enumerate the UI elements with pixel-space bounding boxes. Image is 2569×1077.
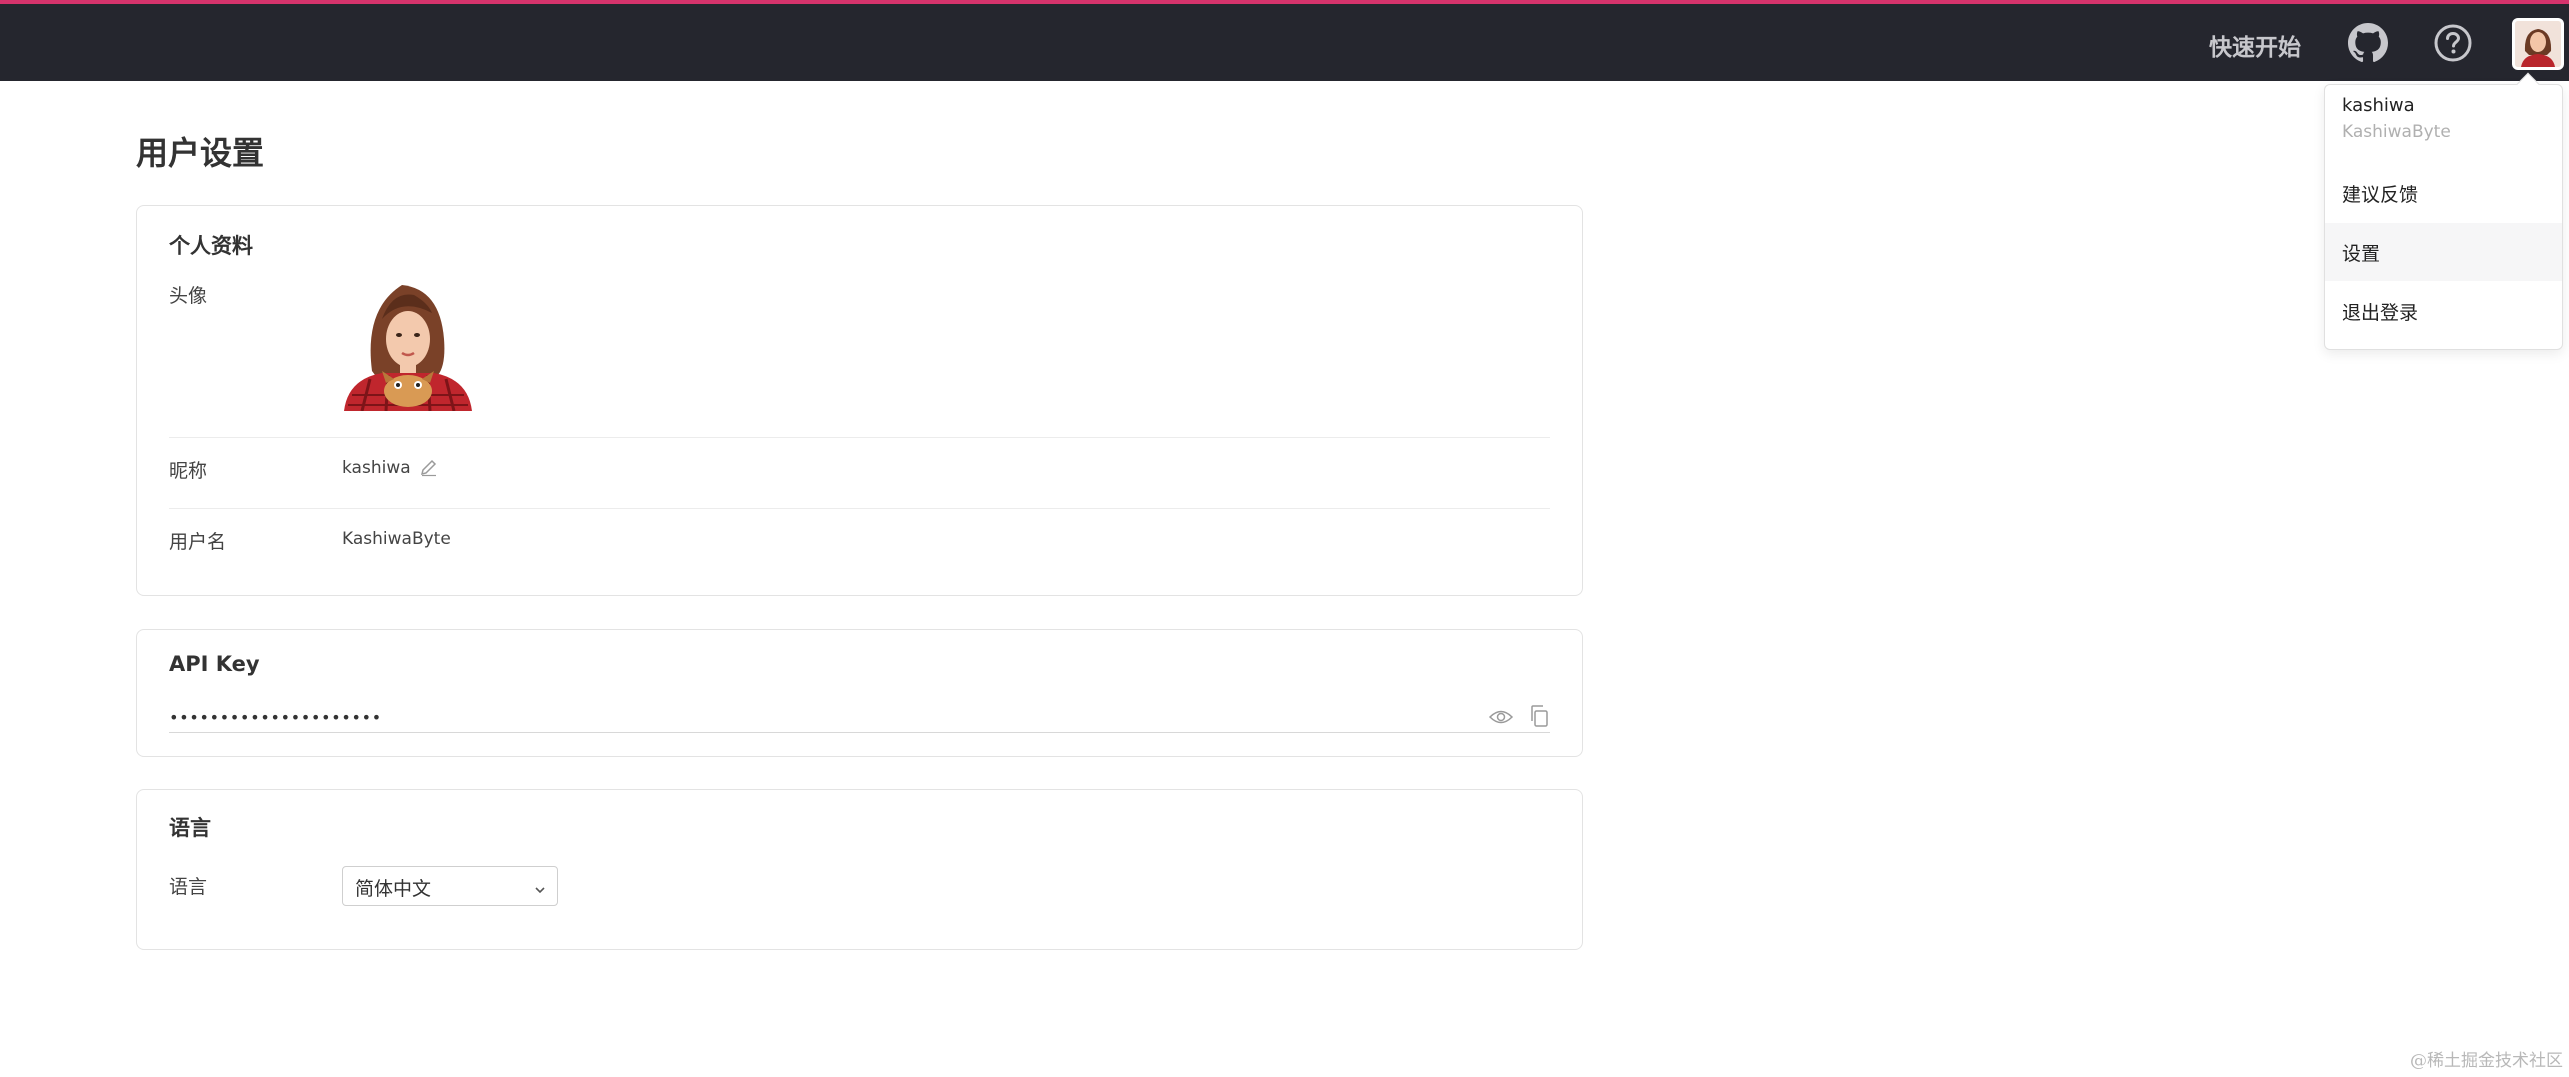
menu-item-feedback[interactable]: 建议反馈	[2325, 164, 2562, 222]
api-key-underline	[169, 732, 1550, 733]
profile-section-title: 个人资料	[169, 234, 253, 258]
top-navigation-bar: 快速开始	[0, 0, 2569, 81]
api-key-section-title: API Key	[169, 652, 260, 676]
nickname-label: 昵称	[169, 460, 208, 482]
username-label: 用户名	[169, 531, 227, 553]
menu-user-handle: KashiwaByte	[2342, 122, 2451, 142]
help-icon[interactable]	[2431, 21, 2475, 65]
menu-user-display-name: kashiwa	[2342, 95, 2415, 116]
profile-avatar-image[interactable]	[342, 279, 474, 412]
language-card: 语言 语言 简体中文	[136, 789, 1583, 950]
nickname-value: kashiwa	[342, 458, 411, 478]
page-title: 用户设置	[136, 134, 265, 172]
watermark: @稀土掘金技术社区	[2410, 1051, 2563, 1071]
divider	[169, 508, 1550, 509]
language-select[interactable]: 简体中文	[342, 866, 558, 906]
edit-icon[interactable]	[419, 457, 439, 477]
eye-icon[interactable]	[1488, 707, 1514, 727]
github-icon[interactable]	[2346, 21, 2390, 65]
quickstart-link[interactable]: 快速开始	[2209, 28, 2301, 62]
language-section-title: 语言	[169, 816, 211, 840]
divider	[169, 437, 1550, 438]
menu-item-settings[interactable]: 设置	[2325, 223, 2562, 281]
menu-item-logout[interactable]: 退出登录	[2325, 282, 2562, 340]
language-field-label: 语言	[169, 876, 208, 898]
user-avatar-button[interactable]	[2512, 18, 2564, 70]
api-key-card: API Key •••••••••••••••••••••	[136, 629, 1583, 757]
api-key-input[interactable]: •••••••••••••••••••••	[169, 708, 382, 727]
chevron-down-icon	[533, 880, 547, 894]
language-selected-value: 简体中文	[355, 878, 432, 900]
user-dropdown-menu: kashiwa KashiwaByte 建议反馈 设置 退出登录	[2324, 72, 2563, 350]
username-value: KashiwaByte	[342, 529, 451, 549]
profile-card: 个人资料 头像 昵称 kashiwa 用户名 KashiwaByte	[136, 205, 1583, 596]
copy-icon[interactable]	[1528, 704, 1550, 728]
avatar-label: 头像	[169, 285, 208, 307]
